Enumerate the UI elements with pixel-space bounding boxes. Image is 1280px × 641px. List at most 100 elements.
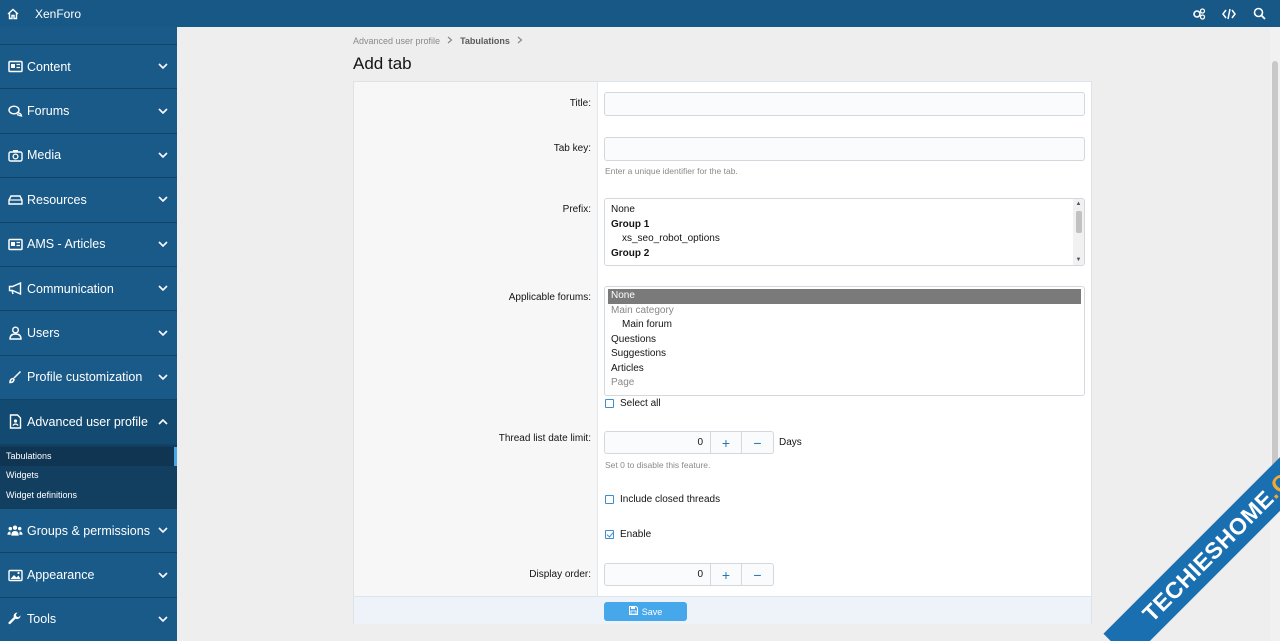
- forum-option[interactable]: Main category: [605, 304, 1084, 319]
- add-ons-icon[interactable]: [1190, 5, 1208, 23]
- prefix-select[interactable]: None Group 1 xs_seo_robot_options Group …: [604, 198, 1085, 266]
- content-icon: [7, 59, 23, 75]
- prefix-label: Prefix:: [562, 204, 591, 215]
- date-limit-hint: Set 0 to disable this feature.: [605, 460, 711, 470]
- title-input[interactable]: [604, 92, 1085, 116]
- scroll-up-icon[interactable]: ▲: [1075, 201, 1082, 207]
- chevron-right-icon: [447, 36, 453, 46]
- checkbox-box[interactable]: [605, 495, 614, 504]
- checkbox-box-checked[interactable]: [605, 530, 614, 539]
- scroll-thumb[interactable]: [1076, 211, 1082, 233]
- main-content: Advanced user profile Tabulations Add ta…: [177, 27, 1270, 641]
- wrench-icon: [7, 611, 23, 627]
- prefix-option[interactable]: None: [605, 203, 1084, 218]
- prefix-option[interactable]: xs_seo_robot_options: [605, 232, 1084, 247]
- date-limit-input[interactable]: 0: [604, 431, 710, 454]
- chevron-down-icon: [157, 569, 169, 581]
- search-icon[interactable]: [1250, 5, 1268, 23]
- sidebar-item-users[interactable]: Users: [0, 311, 177, 356]
- sidebar-item-label: Advanced user profile: [27, 414, 148, 429]
- chevron-down-icon: [157, 194, 169, 206]
- date-limit-stepper: 0 + − Days: [604, 431, 802, 454]
- date-limit-increment-button[interactable]: +: [710, 431, 742, 454]
- sidebar-item-label: Tools: [27, 612, 57, 627]
- sidebar-item-label: Content: [27, 59, 71, 74]
- breadcrumb-parent[interactable]: Advanced user profile: [353, 36, 440, 46]
- sidebar-item-label: Groups & permissions: [27, 523, 150, 538]
- forums-icon: [7, 103, 23, 119]
- form-submit-row: Save: [354, 596, 1091, 624]
- profile-doc-icon: [7, 414, 23, 430]
- sidebar-item-ams-articles[interactable]: AMS - Articles: [0, 223, 177, 267]
- tab-key-label: Tab key:: [553, 143, 591, 154]
- add-tab-form: Title: Tab key: Enter a unique identifie…: [353, 81, 1092, 624]
- forum-option[interactable]: Suggestions: [605, 347, 1084, 362]
- save-icon: [628, 606, 638, 617]
- sidebar-item-label: Resources: [27, 192, 87, 207]
- brush-icon: [7, 369, 23, 385]
- save-button[interactable]: Save: [604, 602, 687, 621]
- page-scrollbar[interactable]: [1270, 27, 1280, 641]
- sidebar-item-forums[interactable]: Forums: [0, 89, 177, 134]
- enable-checkbox[interactable]: Enable: [605, 529, 651, 540]
- display-order-stepper: 0 + −: [604, 563, 774, 586]
- sidebar-item-communication[interactable]: Communication: [0, 267, 177, 312]
- home-icon[interactable]: [0, 8, 26, 20]
- chevron-down-icon: [157, 149, 169, 161]
- sidebar-item-profile-customization[interactable]: Profile customization: [0, 356, 177, 401]
- applicable-forums-select[interactable]: None Main category Main forum Questions …: [604, 286, 1085, 396]
- sidebar-item-label: Users: [27, 326, 60, 341]
- forum-option[interactable]: Questions: [605, 333, 1084, 348]
- display-order-increment-button[interactable]: +: [710, 563, 742, 586]
- brand-link[interactable]: XenForo: [35, 7, 81, 21]
- sidebar-item-label: Media: [27, 148, 62, 163]
- select-all-checkbox[interactable]: Select all: [605, 398, 661, 409]
- groups-icon: [7, 523, 23, 539]
- sidebar-item-groups-permissions[interactable]: Groups & permissions: [0, 509, 177, 554]
- breadcrumb-current[interactable]: Tabulations: [460, 36, 510, 46]
- date-limit-unit: Days: [779, 437, 802, 448]
- chevron-down-icon: [157, 283, 169, 295]
- display-order-input[interactable]: 0: [604, 563, 710, 586]
- resources-icon: [7, 192, 23, 208]
- sidebar-item-media[interactable]: Media: [0, 134, 177, 179]
- forum-option[interactable]: Page: [605, 376, 1084, 391]
- date-limit-decrement-button[interactable]: −: [742, 431, 774, 454]
- sidebar-item-label: Forums: [27, 104, 70, 119]
- display-order-label: Display order:: [529, 569, 591, 580]
- scroll-down-icon[interactable]: ▼: [1075, 257, 1082, 263]
- sidebar-item-tools[interactable]: Tools: [0, 598, 177, 641]
- select-all-label: Select all: [620, 398, 661, 409]
- tab-key-input[interactable]: [604, 137, 1085, 161]
- sidebar-item-appearance[interactable]: Appearance: [0, 553, 177, 598]
- sidebar-item-content[interactable]: Content: [0, 45, 177, 90]
- sidebar-subitem-widget-definitions[interactable]: Widget definitions: [0, 486, 177, 506]
- code-icon[interactable]: [1220, 5, 1238, 23]
- page-scroll-thumb[interactable]: [1272, 61, 1278, 501]
- prefix-scrollbar[interactable]: ▲ ▼: [1073, 199, 1084, 265]
- chevron-down-icon: [157, 61, 169, 73]
- sidebar-item-label: Appearance: [27, 568, 95, 583]
- forum-option[interactable]: None: [608, 289, 1081, 304]
- forum-option[interactable]: Articles: [605, 362, 1084, 377]
- include-closed-threads-checkbox[interactable]: Include closed threads: [605, 494, 720, 505]
- sidebar-item-partial[interactable]: [0, 27, 177, 45]
- sidebar-item-resources[interactable]: Resources: [0, 178, 177, 223]
- form-label-column: [354, 82, 598, 596]
- checkbox-box[interactable]: [605, 399, 614, 408]
- display-order-decrement-button[interactable]: −: [742, 563, 774, 586]
- sidebar-subitem-widgets[interactable]: Widgets: [0, 466, 177, 486]
- date-limit-label: Thread list date limit:: [498, 433, 591, 444]
- save-label: Save: [641, 606, 663, 617]
- chevron-down-icon: [157, 238, 169, 250]
- user-icon: [7, 325, 23, 341]
- sidebar-subitem-tabulations[interactable]: Tabulations: [0, 446, 177, 467]
- forum-option[interactable]: Main forum: [605, 318, 1084, 333]
- sidebar: Content Forums Media Resources AMS - Art…: [0, 27, 177, 641]
- camera-icon: [7, 147, 23, 163]
- breadcrumb: Advanced user profile Tabulations: [353, 36, 523, 46]
- articles-icon: [7, 236, 23, 252]
- image-icon: [7, 567, 23, 583]
- page-title: Add tab: [353, 54, 412, 73]
- sidebar-item-advanced-user-profile[interactable]: Advanced user profile: [0, 400, 177, 445]
